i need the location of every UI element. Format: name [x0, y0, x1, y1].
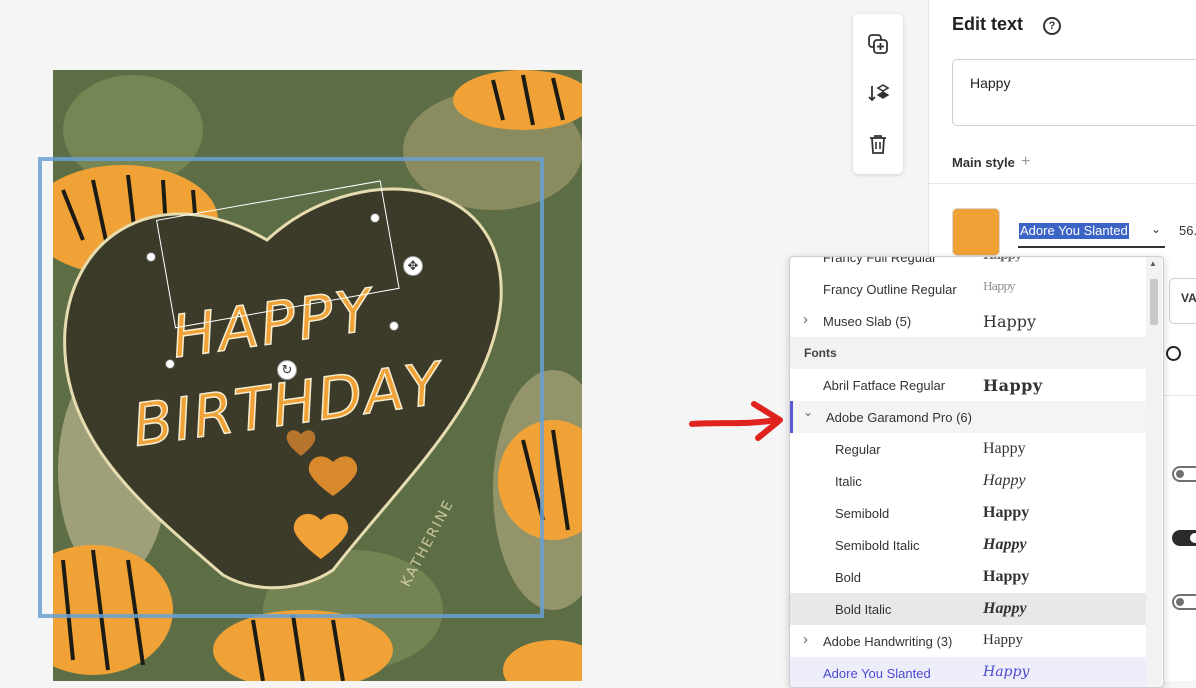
- font-name: Francy Full Regular: [823, 256, 937, 265]
- font-item[interactable]: Francy Outline Regular Happy: [790, 273, 1146, 305]
- chevron-right-icon[interactable]: ›: [803, 631, 808, 648]
- delete-icon[interactable]: [866, 132, 890, 156]
- font-name: Bold: [835, 570, 862, 585]
- font-variant-item[interactable]: Italic Happy: [790, 465, 1146, 497]
- font-item[interactable]: Abril Fatface Regular Happy: [790, 369, 1146, 401]
- font-preview-sample: Happy: [983, 632, 1023, 648]
- font-preview-sample: Happy: [983, 257, 1022, 262]
- chevron-down-icon[interactable]: ⌄: [803, 405, 813, 419]
- resize-handle-bottom-left[interactable]: [165, 359, 175, 369]
- resize-handle-top-left[interactable]: [146, 252, 156, 262]
- toggle-switch-1[interactable]: [1172, 466, 1196, 482]
- scroll-up-icon[interactable]: ▲: [1149, 259, 1157, 268]
- resize-handle-top-right[interactable]: [370, 213, 380, 223]
- resize-handle-bottom-right[interactable]: [389, 321, 399, 331]
- font-name: Adobe Garamond Pro (6): [826, 410, 972, 425]
- font-preview-sample: Happy: [983, 504, 1030, 521]
- main-style-label: Main style: [952, 155, 1015, 170]
- scrollbar-thumb[interactable]: [1150, 279, 1158, 325]
- chevron-right-icon[interactable]: ›: [803, 311, 808, 328]
- font-preview-sample: Happy: [983, 600, 1027, 617]
- font-name: Museo Slab (5): [823, 314, 912, 329]
- font-name: Regular: [835, 442, 881, 457]
- font-preview-sample: Happy: [983, 536, 1027, 553]
- element-toolbar: [853, 14, 903, 174]
- font-family-item[interactable]: › Adobe Handwriting (3) Happy: [790, 625, 1146, 657]
- font-section-header-label: Fonts: [804, 346, 837, 360]
- font-variant-item[interactable]: Bold Italic Happy: [790, 593, 1146, 625]
- font-name: Semibold Italic: [835, 538, 920, 553]
- font-name: Bold Italic: [835, 602, 892, 617]
- font-name: Semibold: [835, 506, 890, 521]
- panel-title: Edit text: [952, 14, 1024, 34]
- font-dropdown-list[interactable]: Francy Full RegularHappyFrancy Outline R…: [789, 256, 1164, 688]
- font-name: Adore You Slanted: [823, 666, 931, 681]
- duplicate-icon[interactable]: [866, 32, 890, 56]
- font-variant-item[interactable]: Bold Happy: [790, 561, 1146, 593]
- radio-icon[interactable]: [1166, 346, 1181, 361]
- toggle-switch-2[interactable]: [1172, 530, 1196, 546]
- font-name: Adobe Handwriting (3): [823, 634, 953, 649]
- text-input[interactable]: Happy: [952, 59, 1196, 126]
- font-preview-sample: Happy: [983, 280, 1015, 293]
- font-family-value: Adore You Slanted: [1019, 223, 1129, 239]
- font-family-item[interactable]: › Museo Slab (5) Happy: [790, 305, 1146, 337]
- font-preview-sample: Happy: [983, 312, 1037, 331]
- font-variant-item[interactable]: Semibold Italic Happy: [790, 529, 1146, 561]
- font-name: Abril Fatface Regular: [823, 378, 946, 393]
- font-preview-sample: Happy: [983, 472, 1026, 489]
- font-item[interactable]: Francy Full Regular Happy: [790, 256, 1146, 273]
- help-icon[interactable]: ?: [1043, 17, 1061, 35]
- chevron-down-icon: ⌄: [1150, 222, 1161, 236]
- arrange-icon[interactable]: [866, 82, 890, 106]
- rotate-icon[interactable]: ↻: [277, 360, 297, 380]
- add-style-icon[interactable]: +: [1021, 153, 1030, 171]
- font-family-item[interactable]: ⌄ Adobe Garamond Pro (6): [790, 401, 1146, 433]
- font-section-header: Fonts: [790, 337, 1146, 369]
- font-preview-sample: Happy: [983, 568, 1030, 585]
- font-variant-item[interactable]: Regular Happy: [790, 433, 1146, 465]
- toggle-switch-3[interactable]: [1172, 594, 1196, 610]
- font-preview-sample: Happy: [983, 440, 1026, 457]
- text-color-swatch[interactable]: [952, 208, 1000, 256]
- font-item[interactable]: Adore You Slanted Happy: [790, 657, 1146, 687]
- font-family-select[interactable]: Adore You Slanted ⌄: [1018, 222, 1165, 248]
- letter-spacing-button[interactable]: VA: [1169, 278, 1196, 324]
- font-preview-sample: Happy: [983, 376, 1043, 395]
- font-size-value[interactable]: 56.: [1179, 223, 1196, 238]
- font-name: Italic: [835, 474, 862, 489]
- font-name: Francy Outline Regular: [823, 282, 957, 297]
- red-arrow-annotation: [689, 401, 783, 441]
- font-preview-sample: Happy: [983, 664, 1030, 680]
- move-icon[interactable]: ✥: [403, 256, 423, 276]
- divider: [929, 183, 1196, 184]
- font-variant-item[interactable]: Semibold Happy: [790, 497, 1146, 529]
